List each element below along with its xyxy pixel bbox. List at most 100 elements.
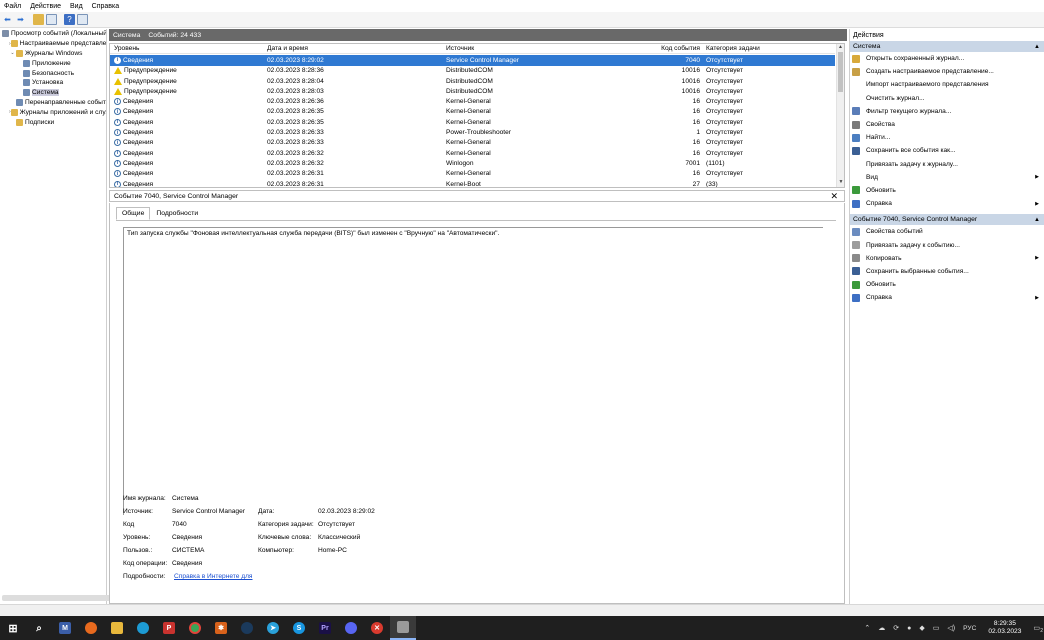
menu-help[interactable]: Справка	[92, 3, 119, 10]
network-icon[interactable]: ▭	[933, 624, 940, 632]
scroll-down-icon[interactable]: ▼	[837, 179, 844, 187]
action-item[interactable]: Фильтр текущего журнала...	[850, 105, 1044, 118]
chrome-icon[interactable]	[182, 616, 208, 640]
expand-chevron-icon[interactable]: ⌄	[9, 50, 16, 56]
edge-icon[interactable]	[130, 616, 156, 640]
tree-node[interactable]: Перенаправленные события	[0, 98, 106, 108]
back-arrow-icon[interactable]: ⬅	[2, 14, 13, 25]
action-item[interactable]: Свойства	[850, 118, 1044, 131]
info-icon: i	[114, 139, 121, 147]
tree-node[interactable]: Система	[0, 88, 106, 98]
table-row[interactable]: Предупреждение 02.03.2023 8:28:03 Distribu…	[110, 86, 835, 96]
action-item[interactable]: Привязать задачу к журналу...	[850, 158, 1044, 171]
show-actions-pane-icon[interactable]	[77, 14, 88, 25]
folder-up-icon[interactable]	[33, 14, 44, 25]
events-vertical-scrollbar[interactable]: ▲ ▼	[836, 44, 844, 187]
file-explorer-icon[interactable]	[104, 616, 130, 640]
close-icon[interactable]: ✕	[830, 191, 838, 202]
col-header-date[interactable]: Дата и время	[267, 45, 308, 52]
table-row[interactable]: Предупреждение 02.03.2023 8:28:04 Distribu…	[110, 76, 835, 86]
actions-section-event[interactable]: Событие 7040, Service Control Manager ▲	[850, 214, 1044, 226]
online-help-link[interactable]: Справка в Интернете для	[174, 573, 253, 580]
action-item[interactable]: Импорт настраиваемого представления	[850, 78, 1044, 91]
volume-icon[interactable]: ◁)	[947, 624, 955, 632]
action-item[interactable]: Обновить	[850, 278, 1044, 291]
table-row[interactable]: i Сведения 02.03.2023 8:26:31 Kernel-Boot 27…	[110, 179, 835, 187]
event-viewer-taskbar-icon[interactable]	[390, 616, 416, 640]
tree-node[interactable]: Безопасность	[0, 68, 106, 78]
tree-node[interactable]: Просмотр событий (Локальный)	[0, 29, 106, 39]
tree-horizontal-scrollbar[interactable]	[2, 595, 112, 601]
chevron-up-icon[interactable]: ⌃	[864, 624, 870, 632]
table-row[interactable]: Предупреждение 02.03.2023 8:28:36 Distribu…	[110, 66, 835, 76]
tree-node[interactable]: ›Настраиваемые представления	[0, 39, 106, 49]
tree-node[interactable]: › Журналы приложений и служб	[0, 107, 106, 117]
event-description-box[interactable]: Тип запуска службы "Фоновая интеллектуал…	[123, 227, 823, 515]
table-row[interactable]: i Сведения 02.03.2023 8:26:31 Kernel-Genera…	[110, 169, 835, 179]
action-item[interactable]: Привязать задачу к событию...	[850, 238, 1044, 251]
antivirus-icon[interactable]: ◆	[919, 624, 924, 632]
search-icon[interactable]: ⌕	[26, 616, 52, 640]
actions-section-log[interactable]: Система ▲	[850, 41, 1044, 52]
red-x-app-icon[interactable]: ✕	[364, 616, 390, 640]
tree-node[interactable]: Установка	[0, 78, 106, 88]
chevron-up-icon[interactable]: ▲	[1034, 217, 1040, 223]
skype-icon[interactable]: S	[286, 616, 312, 640]
help-icon[interactable]: ?	[64, 14, 75, 25]
action-item[interactable]: Свойства событий	[850, 225, 1044, 238]
action-item[interactable]: Обновить	[850, 184, 1044, 197]
language-indicator[interactable]: РУС	[963, 625, 976, 632]
col-header-source[interactable]: Источник	[446, 45, 474, 52]
action-item[interactable]: Сохранить все события как...	[850, 144, 1044, 157]
app-p-icon[interactable]: P	[156, 616, 182, 640]
telegram-icon[interactable]: ➤	[260, 616, 286, 640]
discord-tray-icon[interactable]: ●	[907, 625, 911, 632]
action-item[interactable]: Справка ▶	[850, 291, 1044, 304]
cell-source: Winlogon	[446, 159, 474, 167]
table-row[interactable]: i Сведения 02.03.2023 8:26:32 Winlogon 7001 (…	[110, 158, 835, 168]
action-item[interactable]: Очистить журнал...	[850, 92, 1044, 105]
sync-icon[interactable]: ⟳	[893, 624, 899, 632]
tree-node[interactable]: ⌄ Журналы Windows	[0, 49, 106, 59]
table-row[interactable]: i Сведения 02.03.2023 8:26:33 Kernel-Genera…	[110, 138, 835, 148]
col-header-code[interactable]: Код события	[610, 45, 700, 52]
action-item[interactable]: Открыть сохраненный журнал...	[850, 52, 1044, 65]
chevron-up-icon[interactable]: ▲	[1034, 44, 1040, 50]
scroll-up-icon[interactable]: ▲	[837, 44, 844, 52]
clock[interactable]: 8:29:35 02.03.2023	[988, 620, 1021, 637]
col-header-level[interactable]: Уровень	[114, 45, 139, 52]
windows-start-icon[interactable]: ⊞	[0, 616, 26, 640]
tab-general[interactable]: Общие	[116, 207, 151, 220]
col-header-category[interactable]: Категория задачи	[706, 45, 760, 52]
tree-node[interactable]: Подписки	[0, 117, 106, 127]
premiere-icon[interactable]: Pr	[312, 616, 338, 640]
menu-view[interactable]: Вид	[70, 3, 83, 10]
menu-action[interactable]: Действие	[30, 3, 61, 10]
table-row[interactable]: i Сведения 02.03.2023 8:26:35 Kernel-Genera…	[110, 107, 835, 117]
settings-app-icon[interactable]: ✱	[208, 616, 234, 640]
tab-details[interactable]: Подробности	[150, 207, 204, 220]
menu-file[interactable]: Файл	[4, 3, 21, 10]
notification-icon[interactable]: ▭ 2	[1033, 624, 1043, 634]
action-item[interactable]: Копировать ▶	[850, 252, 1044, 265]
discord-icon[interactable]	[338, 616, 364, 640]
forward-arrow-icon[interactable]: ➡	[15, 14, 26, 25]
scroll-thumb[interactable]	[838, 52, 843, 92]
action-item[interactable]: Вид ▶	[850, 171, 1044, 184]
table-row[interactable]: i Сведения 02.03.2023 8:29:02 Service Contr…	[110, 55, 835, 66]
action-item[interactable]: Сохранить выбранные события...	[850, 265, 1044, 278]
table-row[interactable]: i Сведения 02.03.2023 8:26:36 Kernel-Genera…	[110, 97, 835, 107]
action-item[interactable]: Найти...	[850, 131, 1044, 144]
table-row[interactable]: i Сведения 02.03.2023 8:26:32 Kernel-Genera…	[110, 148, 835, 158]
cell-level-text: Сведения	[123, 149, 154, 157]
table-row[interactable]: i Сведения 02.03.2023 8:26:33 Power-Trouble…	[110, 127, 835, 137]
show-hide-tree-icon[interactable]	[46, 14, 57, 25]
mail-app-icon[interactable]: M	[52, 616, 78, 640]
action-item[interactable]: Создать настраиваемое представление...	[850, 65, 1044, 78]
table-row[interactable]: i Сведения 02.03.2023 8:26:35 Kernel-Genera…	[110, 117, 835, 127]
onedrive-icon[interactable]: ☁	[878, 624, 885, 632]
steam-icon[interactable]	[234, 616, 260, 640]
firefox-icon[interactable]	[78, 616, 104, 640]
tree-node[interactable]: Приложение	[0, 58, 106, 68]
action-item[interactable]: Справка ▶	[850, 197, 1044, 210]
